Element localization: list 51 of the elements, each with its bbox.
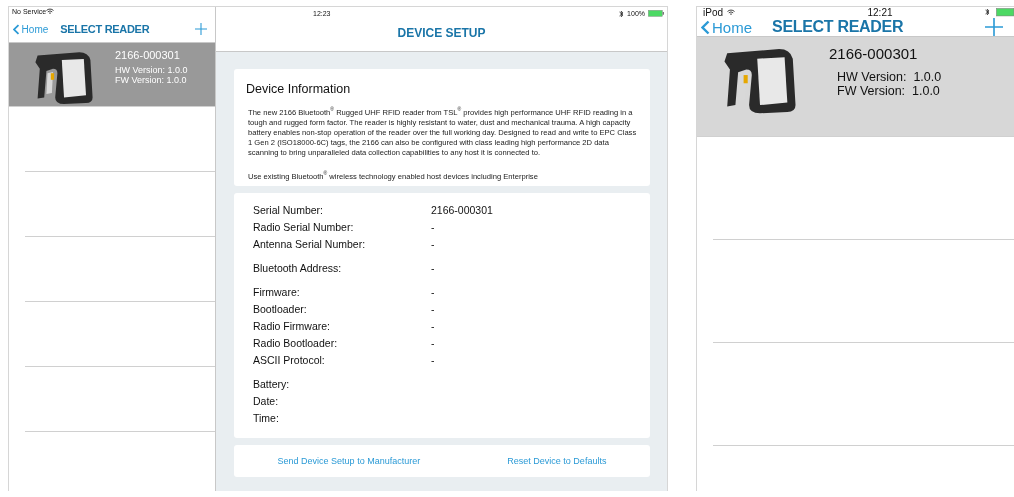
reader-serial: 2166-000301 bbox=[115, 49, 181, 61]
field-label: Antenna Serial Number: bbox=[253, 237, 367, 250]
wifi-icon bbox=[727, 9, 735, 16]
add-button[interactable] bbox=[195, 23, 207, 36]
field-label: Radio Firmware: bbox=[253, 319, 332, 332]
field-label: ASCII Protocol: bbox=[253, 353, 326, 366]
field-label: Bootloader: bbox=[253, 302, 308, 315]
bluetooth-icon bbox=[619, 9, 625, 18]
field-label: Firmware: bbox=[253, 285, 301, 298]
field-value: - bbox=[431, 353, 435, 366]
carrier-label: iPod bbox=[703, 7, 723, 18]
battery-icon bbox=[648, 10, 664, 17]
status-time: 12:21 bbox=[867, 7, 893, 18]
field-label: Date: bbox=[253, 394, 280, 407]
fw-version: FW Version: 1.0.0 bbox=[115, 75, 188, 86]
reader-list-item[interactable]: 2166-000301 HW Version: 1.0.0 FW Version: 1.0.0 bbox=[9, 43, 215, 107]
field-value: - bbox=[431, 237, 435, 250]
hw-version: HW Version: 1.0.0 bbox=[115, 65, 188, 76]
add-icon bbox=[195, 23, 207, 36]
field-value: - bbox=[431, 285, 435, 298]
field-value: 2166-000301 bbox=[431, 203, 493, 216]
field-value: - bbox=[431, 336, 435, 349]
field-label: Time: bbox=[253, 411, 280, 424]
page-title: DEVICE SETUP bbox=[397, 25, 486, 42]
action-link[interactable]: Send Device Setup to Manufacturer bbox=[275, 454, 423, 469]
back-chevron-icon bbox=[13, 23, 20, 35]
action-link[interactable]: Reset Device to Defaults bbox=[505, 454, 609, 469]
field-label: Bluetooth Address: bbox=[253, 261, 343, 274]
field-value: - bbox=[431, 220, 435, 233]
bluetooth-icon bbox=[985, 8, 990, 17]
nav-title: SELECT READER bbox=[60, 23, 151, 36]
wifi-icon bbox=[46, 8, 55, 16]
back-button[interactable]: Home bbox=[13, 23, 49, 35]
field-value: - bbox=[431, 319, 435, 332]
hw-version: HW Version: 1.0.0 bbox=[836, 70, 942, 85]
field-label: Battery: bbox=[253, 377, 291, 390]
card-heading: Device Information bbox=[246, 82, 351, 96]
add-button[interactable] bbox=[985, 18, 1003, 36]
field-label: Radio Serial Number: bbox=[253, 220, 355, 233]
nav-title: SELECT READER bbox=[772, 18, 905, 36]
field-value: - bbox=[431, 302, 435, 315]
field-value: - bbox=[431, 261, 435, 274]
battery-icon bbox=[996, 8, 1014, 17]
fw-version: FW Version: 1.0.0 bbox=[836, 84, 941, 99]
back-chevron-icon bbox=[701, 19, 710, 35]
field-label: Radio Bootloader: bbox=[253, 336, 339, 349]
reader-list-item[interactable]: 2166-000301 HW Version: 1.0.0 FW Version: 1.0.0 bbox=[697, 37, 1014, 137]
back-button[interactable]: Home bbox=[701, 18, 752, 36]
add-icon bbox=[985, 18, 1003, 36]
reader-serial: 2166-000301 bbox=[829, 45, 919, 62]
field-label: Serial Number: bbox=[253, 203, 325, 216]
